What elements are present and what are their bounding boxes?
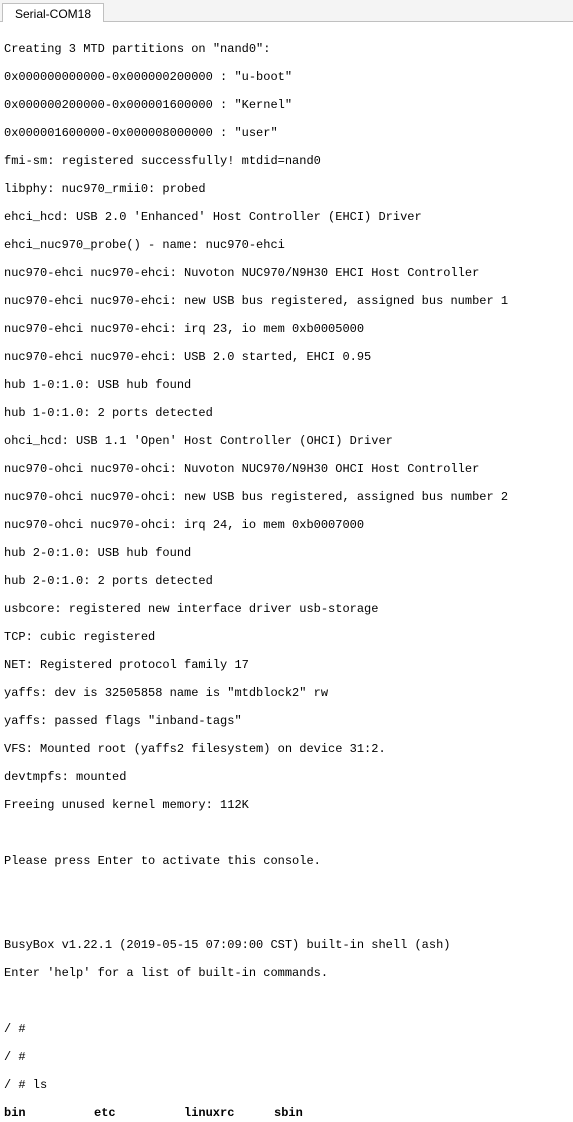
- terminal-line: hub 2-0:1.0: 2 ports detected: [4, 574, 569, 588]
- terminal-line: BusyBox v1.22.1 (2019-05-15 07:09:00 CST…: [4, 938, 569, 952]
- tab-serial-com18[interactable]: Serial-COM18: [2, 3, 104, 22]
- terminal-line: [4, 910, 569, 924]
- terminal-line: nuc970-ehci nuc970-ehci: Nuvoton NUC970/…: [4, 266, 569, 280]
- terminal-line: nuc970-ohci nuc970-ohci: irq 24, io mem …: [4, 518, 569, 532]
- terminal-line: Enter 'help' for a list of built-in comm…: [4, 966, 569, 980]
- ls-item: linuxrc: [184, 1106, 274, 1120]
- terminal-line: TCP: cubic registered: [4, 630, 569, 644]
- terminal-line: / # ls: [4, 1078, 569, 1092]
- terminal-line: devtmpfs: mounted: [4, 770, 569, 784]
- terminal-line: nuc970-ohci nuc970-ohci: new USB bus reg…: [4, 490, 569, 504]
- terminal-line: ohci_hcd: USB 1.1 'Open' Host Controller…: [4, 434, 569, 448]
- terminal-line: yaffs: dev is 32505858 name is "mtdblock…: [4, 686, 569, 700]
- terminal-line: / #: [4, 1050, 569, 1064]
- terminal-line: [4, 826, 569, 840]
- terminal-line: Please press Enter to activate this cons…: [4, 854, 569, 868]
- terminal-line: yaffs: passed flags "inband-tags": [4, 714, 569, 728]
- terminal-line: / #: [4, 1022, 569, 1036]
- ls-item: etc: [94, 1106, 184, 1120]
- ls-row: binetclinuxrcsbin: [4, 1106, 569, 1120]
- terminal-line: ehci_hcd: USB 2.0 'Enhanced' Host Contro…: [4, 210, 569, 224]
- terminal-line: VFS: Mounted root (yaffs2 filesystem) on…: [4, 742, 569, 756]
- terminal-line: [4, 994, 569, 1008]
- terminal-line: 0x000000000000-0x000000200000 : "u-boot": [4, 70, 569, 84]
- terminal-line: hub 1-0:1.0: USB hub found: [4, 378, 569, 392]
- terminal-line: fmi-sm: registered successfully! mtdid=n…: [4, 154, 569, 168]
- terminal-line: 0x000001600000-0x000008000000 : "user": [4, 126, 569, 140]
- ls-item: sbin: [274, 1106, 364, 1120]
- tab-bar: Serial-COM18: [0, 0, 573, 22]
- terminal-line: NET: Registered protocol family 17: [4, 658, 569, 672]
- terminal-line: nuc970-ehci nuc970-ehci: USB 2.0 started…: [4, 350, 569, 364]
- terminal-line: usbcore: registered new interface driver…: [4, 602, 569, 616]
- terminal-line: Freeing unused kernel memory: 112K: [4, 798, 569, 812]
- terminal-line: nuc970-ohci nuc970-ohci: Nuvoton NUC970/…: [4, 462, 569, 476]
- terminal-line: 0x000000200000-0x000001600000 : "Kernel": [4, 98, 569, 112]
- terminal-line: hub 2-0:1.0: USB hub found: [4, 546, 569, 560]
- terminal-output[interactable]: Creating 3 MTD partitions on "nand0": 0x…: [0, 22, 573, 1122]
- terminal-line: ehci_nuc970_probe() - name: nuc970-ehci: [4, 238, 569, 252]
- terminal-line: nuc970-ehci nuc970-ehci: irq 23, io mem …: [4, 322, 569, 336]
- terminal-line: Creating 3 MTD partitions on "nand0":: [4, 42, 569, 56]
- ls-item: bin: [4, 1106, 94, 1120]
- terminal-line: [4, 882, 569, 896]
- terminal-line: nuc970-ehci nuc970-ehci: new USB bus reg…: [4, 294, 569, 308]
- terminal-line: libphy: nuc970_rmii0: probed: [4, 182, 569, 196]
- terminal-line: hub 1-0:1.0: 2 ports detected: [4, 406, 569, 420]
